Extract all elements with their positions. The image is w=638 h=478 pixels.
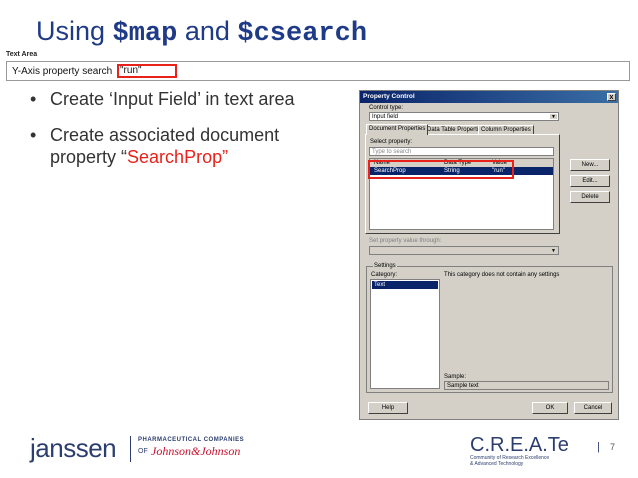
bullet-list: • Create ‘Input Field’ in text area • Crea… bbox=[28, 88, 348, 182]
edit-button[interactable]: Edit... bbox=[570, 175, 610, 187]
help-button[interactable]: Help bbox=[368, 402, 408, 414]
dialog-title-bar: Property Control x bbox=[360, 91, 618, 103]
text-area-line: Y-Axis property search bbox=[12, 66, 113, 77]
page-number: 7 bbox=[610, 442, 616, 452]
tab-column-properties[interactable]: Column Properties bbox=[478, 125, 534, 134]
title-code-map: $map bbox=[112, 19, 178, 49]
dialog-title: Property Control bbox=[363, 93, 415, 100]
bullet-dot: • bbox=[30, 125, 37, 145]
ok-button[interactable]: OK bbox=[532, 402, 568, 414]
chevron-down-icon: ▼ bbox=[550, 114, 557, 120]
text-area-label: Text Area bbox=[6, 51, 38, 58]
create-logo: C.R.E.A.Te bbox=[470, 434, 569, 456]
of-text: OF bbox=[138, 448, 148, 455]
tab-document-properties[interactable]: Document Properties bbox=[366, 124, 429, 135]
page-separator: | bbox=[597, 441, 600, 453]
title-text: Using bbox=[36, 16, 113, 46]
sample-field: Sample text bbox=[444, 381, 609, 390]
category-list[interactable]: Text bbox=[370, 279, 440, 389]
text-area: Y-Axis property search "run" bbox=[6, 61, 630, 81]
highlight-box bbox=[368, 160, 514, 179]
control-type-label: Control type: bbox=[369, 105, 404, 111]
bullet-item: • Create ‘Input Field’ in text area bbox=[28, 88, 348, 110]
bullet-highlight: SearchProp bbox=[127, 147, 223, 167]
search-input-field[interactable]: "run" bbox=[117, 64, 177, 78]
slide-title: Using $map and $csearch bbox=[36, 16, 367, 49]
set-value-select[interactable]: ▼ bbox=[369, 246, 559, 255]
bullet-text-end: ” bbox=[222, 147, 229, 167]
new-button[interactable]: New... bbox=[570, 159, 610, 171]
list-item[interactable]: Text bbox=[372, 281, 438, 289]
settings-title: Settings bbox=[373, 263, 397, 269]
control-type-value: Input field bbox=[372, 114, 399, 120]
footer-divider bbox=[130, 436, 131, 462]
bullet-item: • Create associated document property “Se… bbox=[28, 124, 348, 168]
delete-button[interactable]: Delete bbox=[570, 191, 610, 203]
chevron-down-icon: ▼ bbox=[550, 248, 557, 254]
property-control-dialog: Property Control x Control type: Input f… bbox=[359, 90, 619, 420]
search-placeholder: Type to search bbox=[372, 149, 412, 155]
property-search-input[interactable]: Type to search bbox=[369, 147, 554, 156]
no-settings-text: This category does not contain any setti… bbox=[444, 272, 560, 278]
control-type-select[interactable]: Input field ▼ bbox=[369, 112, 559, 121]
category-label: Category: bbox=[371, 272, 398, 278]
cancel-button[interactable]: Cancel bbox=[574, 402, 612, 414]
sample-value: Sample text bbox=[447, 383, 479, 389]
sample-label: Sample: bbox=[444, 374, 467, 380]
set-value-label: Set property value through: bbox=[369, 238, 442, 244]
janssen-logo: janssen bbox=[30, 433, 117, 463]
select-property-label: Select property: bbox=[370, 139, 413, 145]
bullet-text: Create ‘Input Field’ in text area bbox=[50, 89, 295, 109]
title-code-csearch: $csearch bbox=[237, 19, 368, 49]
close-button[interactable]: x bbox=[607, 93, 616, 101]
jnj-logo: Johnson&Johnson bbox=[151, 444, 241, 458]
bullet-dot: • bbox=[30, 89, 37, 109]
pharma-text: PHARMACEUTICAL COMPANIES bbox=[138, 437, 245, 443]
create-subtitle-2: & Advanced Technology bbox=[470, 461, 524, 467]
title-text-and: and bbox=[177, 16, 238, 46]
